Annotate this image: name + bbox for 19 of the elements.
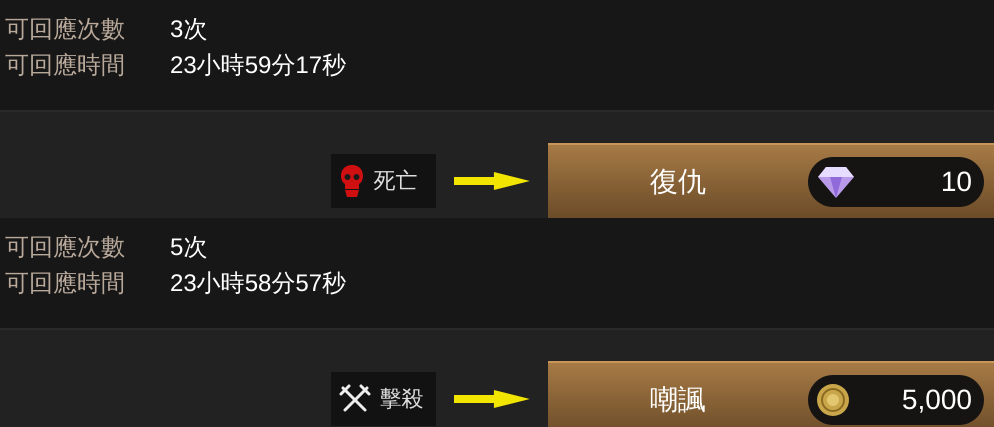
info-value: 3次 [170,15,208,45]
arrow-icon [454,390,530,408]
badge-label: 死亡 [373,167,418,195]
price-amount: 10 [940,164,972,198]
price-amount: 5,000 [902,382,972,416]
info-label: 可回應時間 [5,51,126,81]
badge-label: 擊殺 [379,385,424,413]
info-value: 23小時58分57秒 [170,269,346,299]
skull-icon [339,164,366,198]
action-button[interactable]: 嘲諷 5,000 [548,361,994,427]
info-value: 23小時59分17秒 [170,51,346,81]
info-label: 可回應次數 [5,233,126,263]
info-label: 可回應次數 [5,15,126,45]
action-button[interactable]: 復仇 10 [548,143,994,218]
crossed-swords-icon [339,384,372,414]
info-value: 5次 [170,233,208,263]
arrow-icon [454,172,530,190]
info-label: 可回應時間 [5,269,126,299]
coin-icon [816,382,850,416]
